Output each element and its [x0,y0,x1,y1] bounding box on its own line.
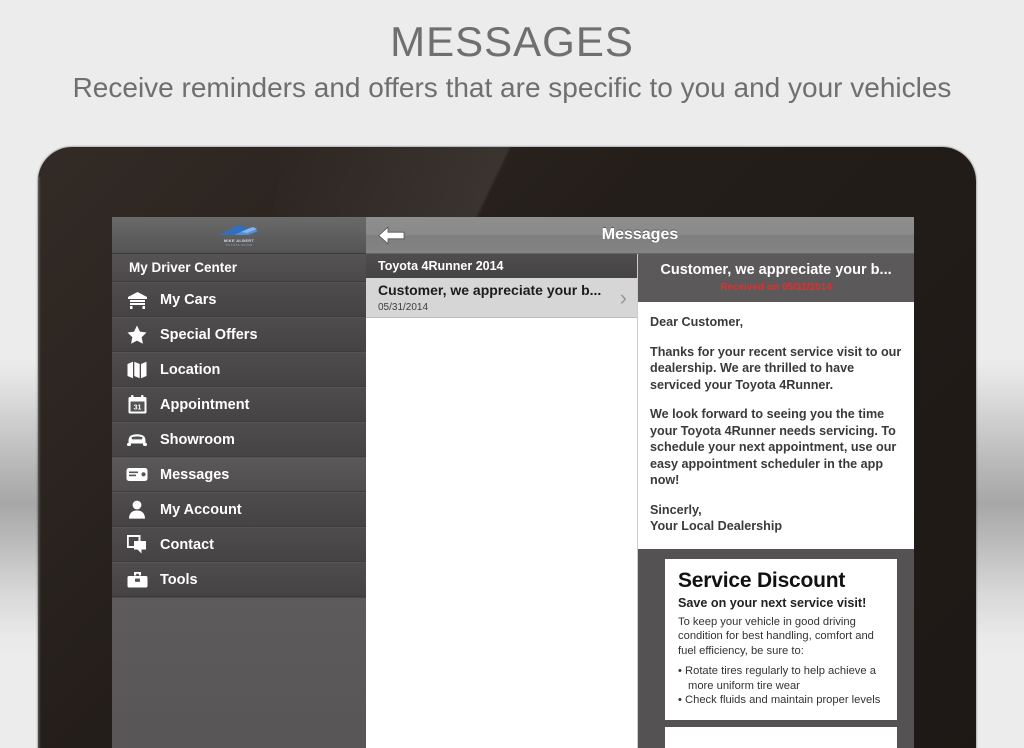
coupon-bullet-list: • Rotate tires regularly to help achieve… [678,664,884,708]
sidebar-item-label: Messages [160,467,229,483]
tablet-device-frame: MIKE ALBERT TOYOTA SCION My Driver Cente… [38,147,976,748]
page-title: MESSAGES [0,18,1024,66]
person-icon [124,499,150,521]
logo-mark-icon [217,224,261,238]
sidebar-navigation: MIKE ALBERT TOYOTA SCION My Driver Cente… [112,217,366,748]
coupon-subtitle: Save on your next service visit! [678,596,884,611]
car-icon [124,429,150,451]
sidebar-item-label: My Account [160,502,242,518]
dealership-logo: MIKE ALBERT TOYOTA SCION [208,222,270,248]
bezel-edge-highlight [38,177,41,748]
message-list-item-text: Customer, we appreciate your b... 05/31/… [378,282,620,313]
message-list-item-title: Customer, we appreciate your b... [378,282,601,298]
app-title: Messages [366,226,914,244]
sidebar-logo-bar: MIKE ALBERT TOYOTA SCION [112,217,366,254]
message-body: Dear Customer, Thanks for your recent se… [638,302,914,549]
message-subject: Customer, we appreciate your b... [648,262,904,278]
page-root: MESSAGES Receive reminders and offers th… [0,0,1024,748]
sidebar-item-label: Contact [160,537,214,553]
message-list-pane: Toyota 4Runner 2014 Customer, we appreci… [366,254,638,748]
app-title-bar: Messages [366,217,914,254]
message-list-item[interactable]: Customer, we appreciate your b... 05/31/… [366,278,637,318]
sidebar-item-messages[interactable]: Messages [112,457,366,492]
sidebar-empty-area [112,597,366,748]
sidebar-item-showroom[interactable]: Showroom [112,422,366,457]
coupon-title: Service Discount [678,569,884,593]
sidebar-item-label: Special Offers [160,327,258,343]
sidebar-item-label: Location [160,362,220,378]
sidebar-item-label: Showroom [160,432,235,448]
coupon-bullet: • Check fluids and maintain proper level… [678,693,884,708]
svg-text:31: 31 [133,405,141,412]
message-list-group-header: Toyota 4Runner 2014 [366,254,637,278]
message-paragraph: Thanks for your recent service visit to … [650,344,902,394]
page-subtitle: Receive reminders and offers that are sp… [0,72,1024,104]
sidebar-item-contact[interactable]: Contact [112,527,366,562]
message-paragraph: We look forward to seeing you the time y… [650,406,902,489]
sidebar-item-tools[interactable]: Tools [112,562,366,597]
message-detail-pane: Customer, we appreciate your b... Receiv… [638,254,914,748]
calendar-icon: 31 [124,394,150,416]
message-list-item-date: 05/31/2014 [378,302,620,313]
sidebar-item-my-account[interactable]: My Account [112,492,366,527]
coupon-area: Service Discount Save on your next servi… [638,549,914,748]
message-detail-header: Customer, we appreciate your b... Receiv… [638,254,914,302]
toolbox-icon [124,569,150,591]
coupon-body-text: To keep your vehicle in good driving con… [678,615,884,659]
next-coupon-partial[interactable] [665,727,897,748]
sidebar-item-appointment[interactable]: 31 Appointment [112,387,366,422]
sidebar-item-my-cars[interactable]: My Cars [112,282,366,317]
envelope-icon [124,464,150,486]
chat-icon [124,534,150,556]
sidebar-item-label: Tools [160,572,198,588]
split-panes: Toyota 4Runner 2014 Customer, we appreci… [366,254,914,748]
service-discount-coupon[interactable]: Service Discount Save on your next servi… [665,559,897,720]
message-received-date: Received on 05/31/2014 [648,282,904,293]
sidebar-item-location[interactable]: Location [112,352,366,387]
tablet-screen: MIKE ALBERT TOYOTA SCION My Driver Cente… [112,217,914,748]
back-arrow-icon[interactable] [378,225,406,245]
sidebar-item-label: Appointment [160,397,249,413]
logo-subtext: TOYOTA SCION [225,243,252,247]
sidebar-item-label: My Cars [160,292,216,308]
content-area: Messages Toyota 4Runner 2014 Customer, w… [366,217,914,748]
star-icon [124,324,150,346]
sidebar-item-special-offers[interactable]: Special Offers [112,317,366,352]
sidebar-section-label: My Driver Center [112,254,366,282]
message-signature: Sincerly, Your Local Dealership [650,502,902,535]
coupon-bullet: • Rotate tires regularly to help achieve… [678,664,884,693]
chevron-right-icon: › [620,287,631,309]
message-paragraph: Dear Customer, [650,314,902,331]
map-icon [124,359,150,381]
page-header: MESSAGES Receive reminders and offers th… [0,0,1024,104]
app-body: MIKE ALBERT TOYOTA SCION My Driver Cente… [112,217,914,748]
message-list-empty-area [366,318,637,748]
garage-icon [124,289,150,311]
